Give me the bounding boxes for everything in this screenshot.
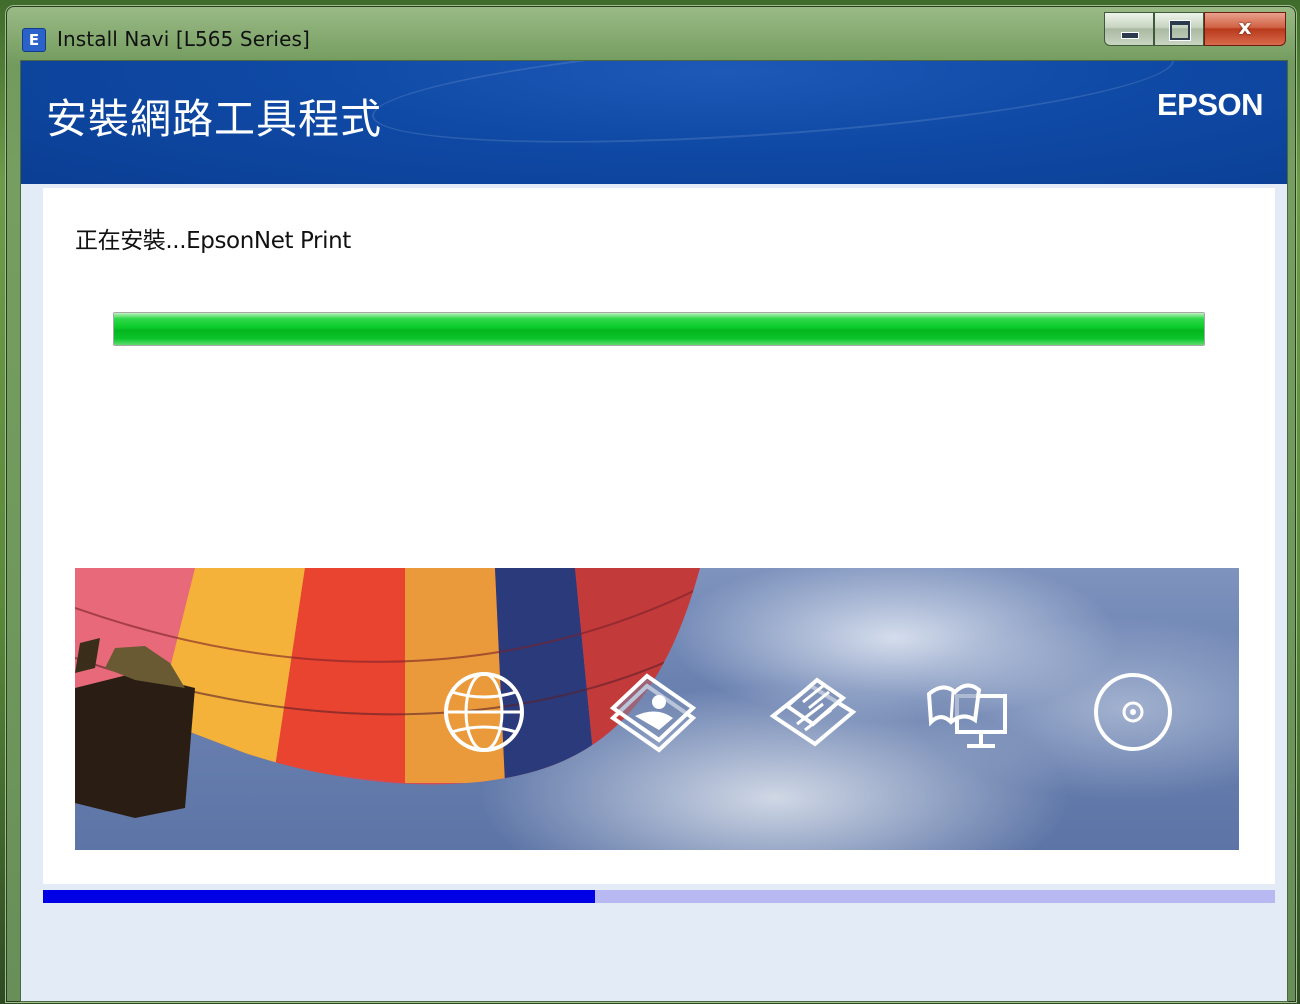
wizard-step-progress xyxy=(43,890,1275,903)
disc-icon xyxy=(1087,666,1179,758)
install-progress-bar xyxy=(113,312,1205,346)
install-status-text: 正在安裝...EpsonNet Print xyxy=(75,228,351,254)
minimize-button[interactable] xyxy=(1104,12,1154,46)
window-controls: x xyxy=(1104,12,1286,46)
page-title: 安裝網路工具程式 xyxy=(46,95,382,143)
app-icon[interactable]: E xyxy=(22,28,46,52)
close-button[interactable]: x xyxy=(1204,12,1286,46)
minimize-icon xyxy=(1121,32,1139,39)
close-icon: x xyxy=(1238,15,1252,39)
maximize-button[interactable] xyxy=(1154,12,1204,46)
wizard-step-progress-fill xyxy=(43,890,595,903)
install-progress-fill xyxy=(114,313,1204,345)
header-decoration xyxy=(368,61,1178,163)
content-panel: 正在安裝...EpsonNet Print xyxy=(43,188,1275,884)
documents-icon xyxy=(767,666,859,758)
hot-air-balloon-banner xyxy=(75,568,1239,850)
window-title: Install Navi [L565 Series] xyxy=(57,27,310,51)
header-band: 安裝網路工具程式 EPSON xyxy=(21,61,1287,184)
installer-window: E Install Navi [L565 Series] x 安裝網路工具程式 … xyxy=(6,6,1296,1002)
title-bar[interactable]: E Install Navi [L565 Series] x xyxy=(6,6,1296,60)
client-area: 安裝網路工具程式 EPSON 正在安裝...EpsonNet Print xyxy=(20,60,1288,1002)
globe-icon xyxy=(438,666,530,758)
manual-monitor-icon xyxy=(923,666,1015,758)
photo-print-icon xyxy=(607,666,699,758)
epson-logo: EPSON xyxy=(1156,87,1264,122)
maximize-icon xyxy=(1170,21,1190,40)
